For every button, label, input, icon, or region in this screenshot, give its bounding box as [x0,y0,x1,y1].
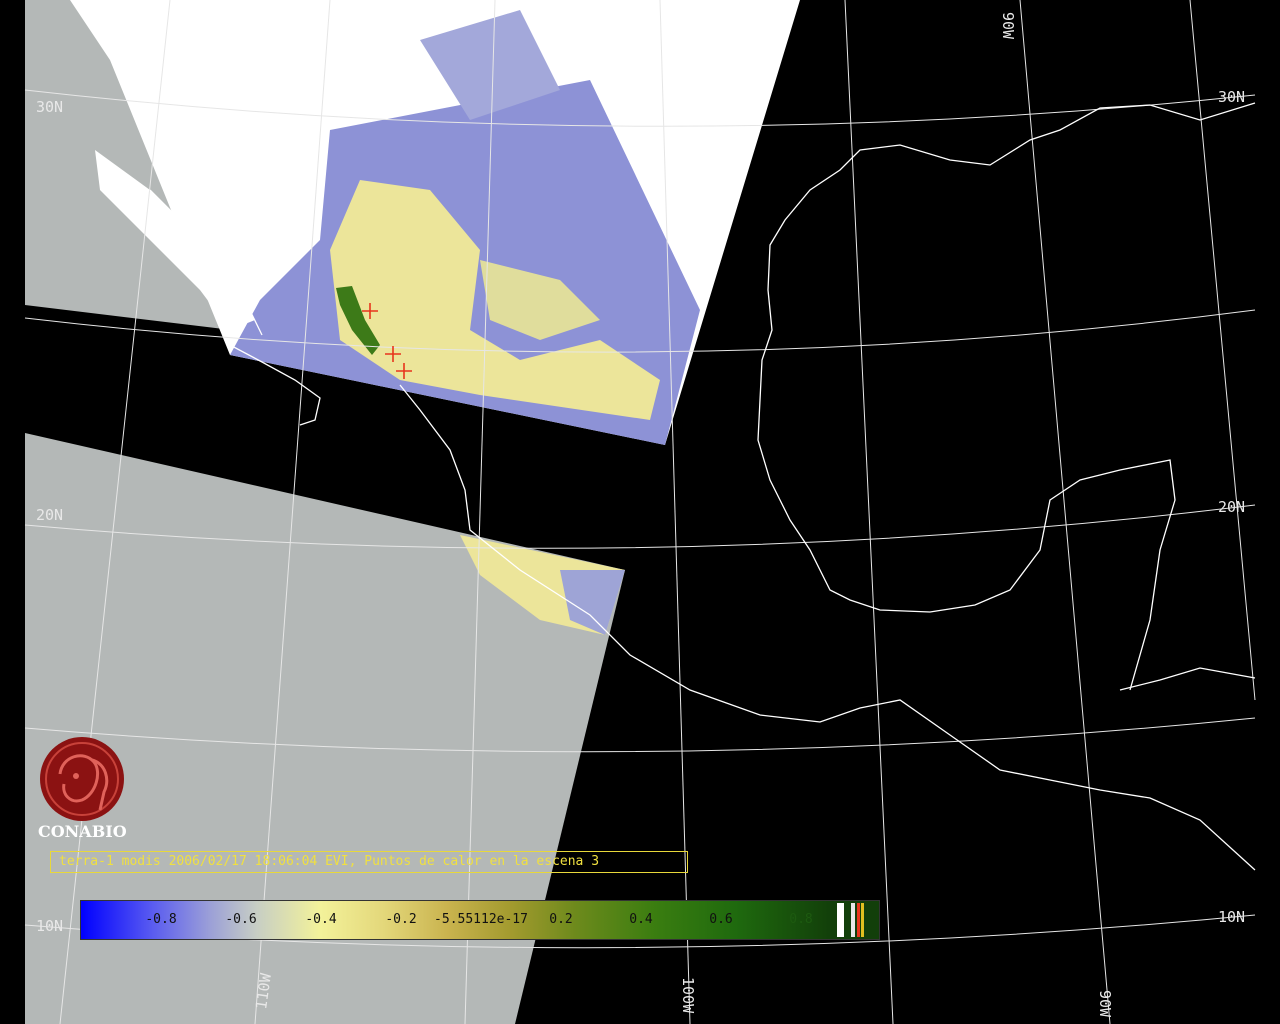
gulf-coast [757,102,1256,691]
caribbean-coast [1119,667,1256,691]
colorbar-tick: -5.55112e-17 [434,912,528,927]
lat-label-20n-left: 20N [36,506,63,524]
lat-label-10n-left: 10N [36,917,63,935]
colorbar-tick: -0.2 [385,912,417,927]
colorbar-tick: -0.8 [145,912,177,927]
evi-colorbar: -0.8 -0.6 -0.4 -0.2 -5.55112e-17 0.2 0.4… [80,900,880,940]
lat-label-30n-right: 30N [1218,88,1245,106]
colorbar-tick: -0.6 [225,912,257,927]
colorbar-swatch [851,903,855,937]
colorbar-tick: 0.4 [629,912,653,927]
meridian-95w [844,0,894,1024]
colorbar-hotspot-swatch [857,903,860,937]
logo-label: CONABIO [38,822,127,841]
colorbar-swatch [861,903,864,937]
colorbar-tick: -0.4 [305,912,337,927]
colorbar-tick: 0.2 [549,912,573,927]
lat-label-10n-right: 10N [1218,908,1245,926]
lon-label-100w: 100W [679,977,697,1014]
colorbar-tick: 0.8 [789,912,813,927]
colorbar-tick: 0.6 [709,912,733,927]
meridian-90w [1019,0,1111,1024]
lon-label-90w-top: 90W [999,12,1017,40]
lon-label-90w-bottom: 90W [1096,990,1114,1018]
map-viewer: 30N 30N 20N 20N 10N 10N 110W 100W 90W 90… [0,0,1280,1024]
lat-label-20n-right: 20N [1218,498,1245,516]
lat-label-30n-left: 30N [36,98,63,116]
colorbar-cloud-swatch [837,903,844,937]
scene-caption: terra-1 modis 2006/02/17 18:06:04 EVI, P… [50,851,688,873]
